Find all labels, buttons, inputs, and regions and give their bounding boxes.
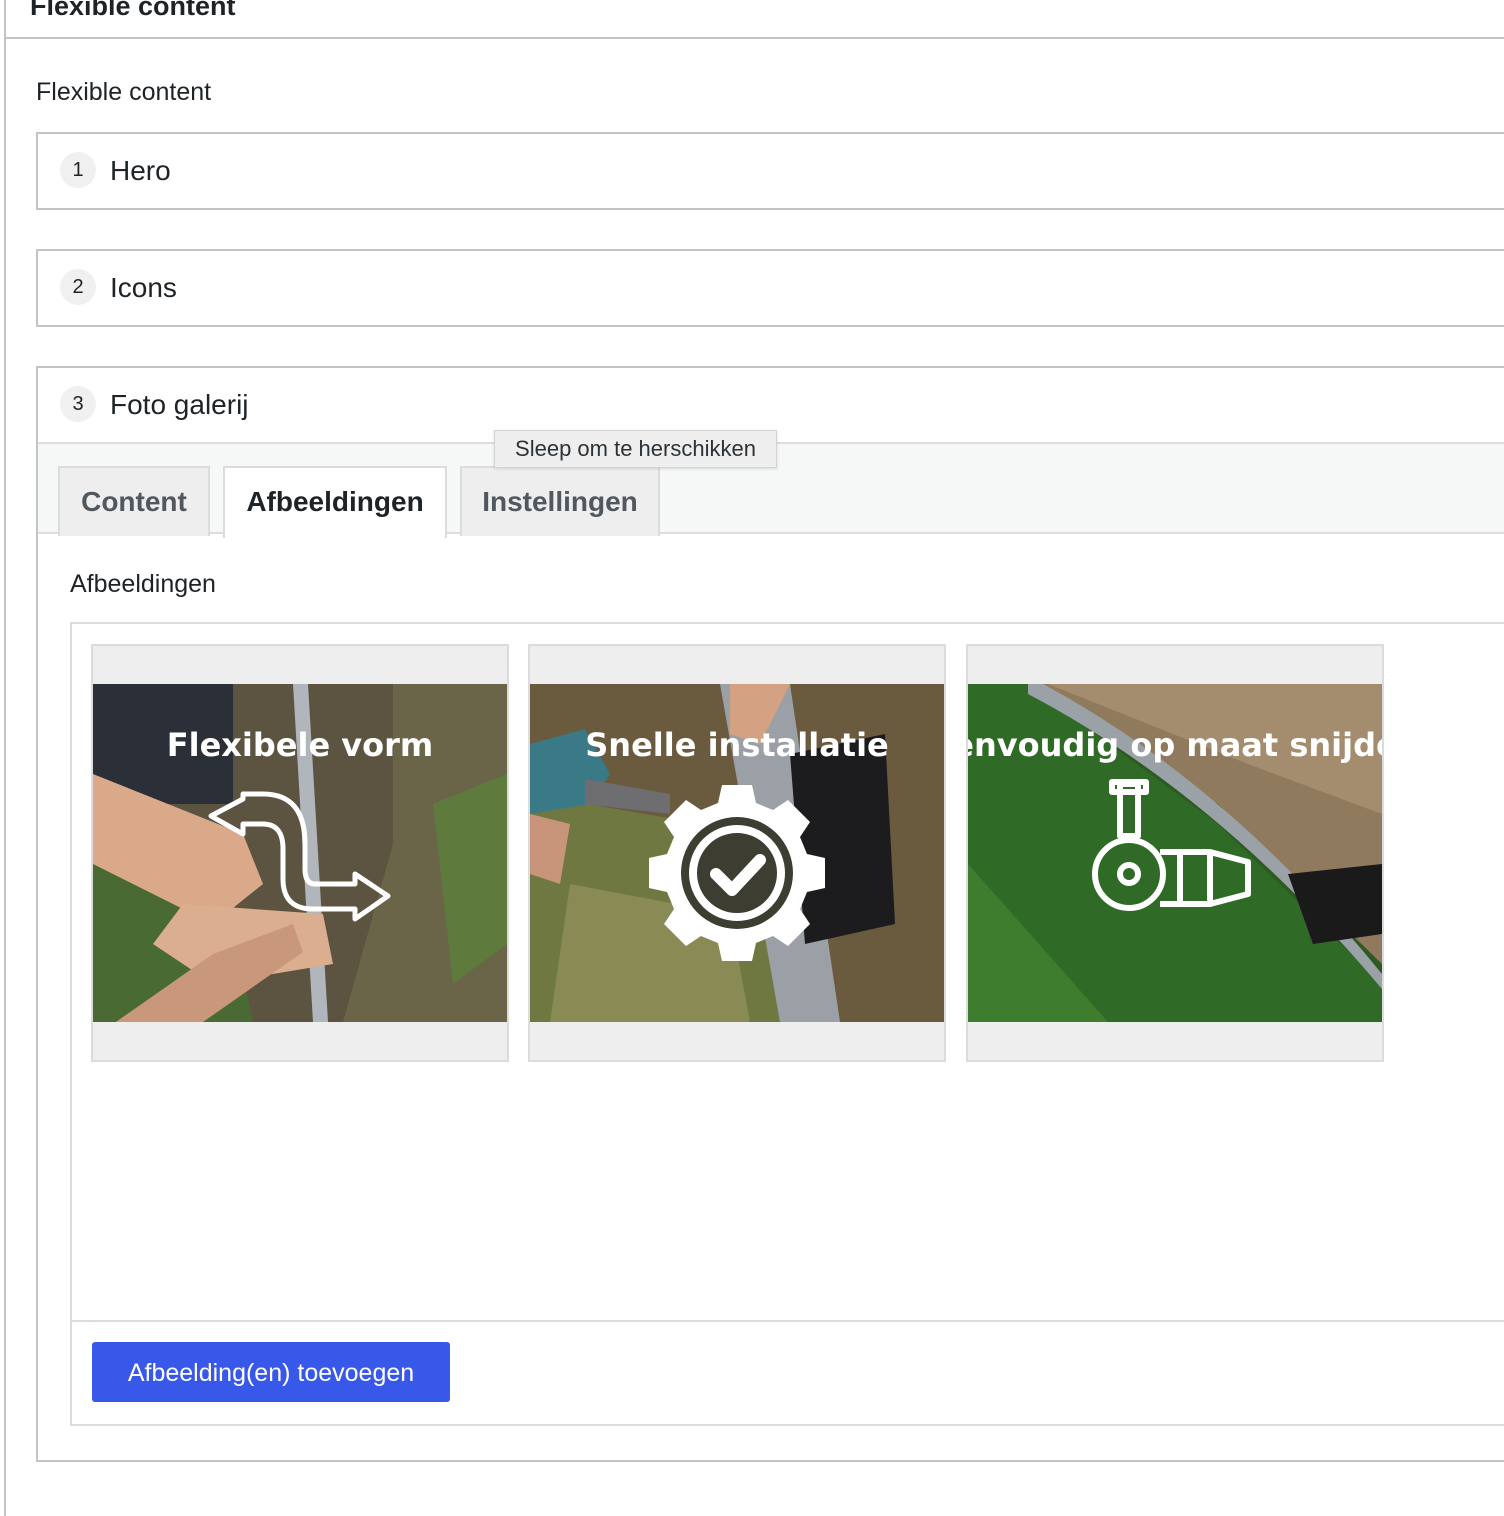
layout-header[interactable]: 2 Icons: [38, 251, 1504, 325]
layout-order-badge: 3: [60, 386, 96, 422]
gallery-image-3[interactable]: envoudig op maat snijde: [966, 644, 1384, 1062]
image-caption: Flexibele vorm: [167, 726, 434, 764]
layout-hero[interactable]: 1 Hero: [36, 132, 1504, 210]
add-images-button[interactable]: Afbeelding(en) toevoegen: [92, 1342, 450, 1402]
image-caption: Snelle installatie: [585, 726, 889, 764]
image-caption: envoudig op maat snijde: [968, 726, 1382, 764]
tab-content[interactable]: Content: [58, 466, 210, 536]
layout-title: Foto galerij: [110, 389, 249, 420]
gallery-thumbnail: envoudig op maat snijde: [968, 684, 1382, 1022]
gallery-image-1[interactable]: Flexibele vorm: [91, 644, 509, 1062]
tab-instellingen[interactable]: Instellingen: [460, 466, 660, 536]
gallery-image-2[interactable]: Snelle installatie: [528, 644, 946, 1062]
layout-order-badge: 2: [60, 269, 96, 305]
title-divider: [6, 37, 1504, 39]
reorder-tooltip: Sleep om te herschikken: [494, 430, 777, 468]
layout-header[interactable]: 1 Hero: [38, 134, 1504, 208]
gallery-thumbnail: Flexibele vorm: [93, 684, 507, 1022]
field-label: Flexible content: [36, 78, 212, 106]
metabox-title: Flexible content: [30, 0, 236, 21]
gallery-field-label: Afbeeldingen: [70, 570, 216, 598]
layout-icons[interactable]: 2 Icons: [36, 249, 1504, 327]
gallery-thumbnail: Snelle installatie: [530, 684, 944, 1022]
gallery-toolbar: Afbeelding(en) toevoegen: [72, 1320, 1504, 1424]
tab-afbeeldingen[interactable]: Afbeeldingen: [223, 466, 447, 538]
layout-order-badge: 1: [60, 152, 96, 188]
layout-title: Icons: [110, 272, 177, 303]
layout-title: Hero: [110, 155, 171, 186]
